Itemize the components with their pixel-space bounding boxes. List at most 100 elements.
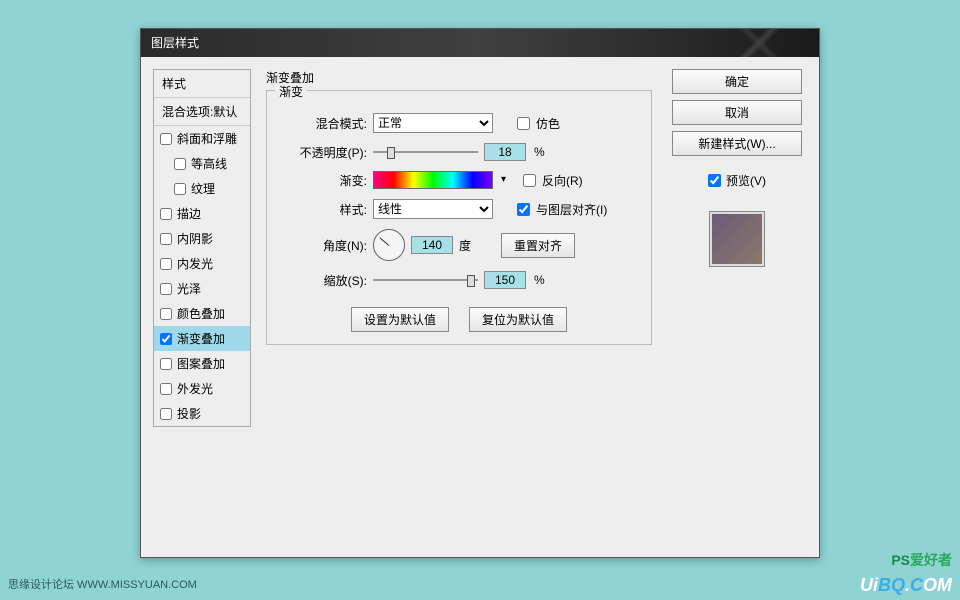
- right-column: 确定 取消 新建样式(W)... 预览(V): [667, 69, 807, 545]
- dither-label: 仿色: [536, 115, 560, 132]
- gradient-fieldset: 渐变 混合模式: 正常 仿色 不透明度(P):: [266, 90, 652, 345]
- align-label: 与图层对齐(I): [536, 201, 607, 218]
- sidebar-header-styles[interactable]: 样式: [154, 70, 250, 98]
- sidebar-item-satin[interactable]: 光泽: [154, 276, 250, 301]
- scale-input[interactable]: [484, 271, 526, 289]
- sidebar-item-pattern-overlay[interactable]: 图案叠加: [154, 351, 250, 376]
- stroke-label: 描边: [177, 205, 201, 222]
- texture-label: 纹理: [191, 180, 215, 197]
- ok-button[interactable]: 确定: [672, 69, 802, 94]
- align-checkbox[interactable]: [517, 203, 530, 216]
- scale-pct: %: [534, 273, 545, 287]
- reverse-checkbox[interactable]: [523, 174, 536, 187]
- badge-ps: PS: [891, 552, 910, 568]
- gradient-picker[interactable]: [373, 171, 493, 189]
- angle-dial[interactable]: [373, 229, 405, 261]
- preview-check-row: 预览(V): [708, 172, 766, 189]
- opacity-label: 不透明度(P):: [279, 144, 367, 161]
- pattern-overlay-label: 图案叠加: [177, 355, 225, 372]
- footer-logo: UiBQ.COM: [860, 575, 952, 596]
- layer-style-dialog: 图层样式 样式 混合选项:默认 斜面和浮雕 等高线 纹理 描边 内阴影 内发光 …: [140, 28, 820, 558]
- sidebar-item-inner-glow[interactable]: 内发光: [154, 251, 250, 276]
- opacity-row: 不透明度(P): %: [279, 143, 639, 161]
- blend-mode-select[interactable]: 正常: [373, 113, 493, 133]
- dialog-content: 样式 混合选项:默认 斜面和浮雕 等高线 纹理 描边 内阴影 内发光 光泽 颜色…: [141, 57, 819, 557]
- styles-sidebar: 样式 混合选项:默认 斜面和浮雕 等高线 纹理 描边 内阴影 内发光 光泽 颜色…: [153, 69, 251, 427]
- gradient-label: 渐变:: [279, 172, 367, 189]
- contour-checkbox[interactable]: [174, 158, 186, 170]
- inner-shadow-label: 内阴影: [177, 230, 213, 247]
- cancel-button[interactable]: 取消: [672, 100, 802, 125]
- bevel-label: 斜面和浮雕: [177, 130, 237, 147]
- angle-label: 角度(N):: [279, 237, 367, 254]
- sidebar-header-blend[interactable]: 混合选项:默认: [154, 98, 250, 126]
- scale-slider-thumb[interactable]: [467, 275, 475, 287]
- footer-credit: 思缘设计论坛 WWW.MISSYUAN.COM: [8, 576, 197, 592]
- bevel-checkbox[interactable]: [160, 133, 172, 145]
- reverse-label: 反向(R): [542, 172, 583, 189]
- logo-om: OM: [923, 575, 952, 595]
- style-select[interactable]: 线性: [373, 199, 493, 219]
- sidebar-item-contour[interactable]: 等高线: [154, 151, 250, 176]
- drop-shadow-checkbox[interactable]: [160, 408, 172, 420]
- pattern-overlay-checkbox[interactable]: [160, 358, 172, 370]
- angle-row: 角度(N): 度 重置对齐: [279, 229, 639, 261]
- make-default-button[interactable]: 设置为默认值: [351, 307, 449, 332]
- inner-glow-label: 内发光: [177, 255, 213, 272]
- sidebar-item-texture[interactable]: 纹理: [154, 176, 250, 201]
- group-title: 渐变叠加: [266, 69, 652, 86]
- dither-checkbox[interactable]: [517, 117, 530, 130]
- blend-mode-row: 混合模式: 正常 仿色: [279, 113, 639, 133]
- inner-glow-checkbox[interactable]: [160, 258, 172, 270]
- gradient-overlay-label: 渐变叠加: [177, 330, 225, 347]
- sidebar-item-inner-shadow[interactable]: 内阴影: [154, 226, 250, 251]
- style-row: 样式: 线性 与图层对齐(I): [279, 199, 639, 219]
- footer-badge: PS爱好者: [891, 550, 952, 570]
- color-overlay-checkbox[interactable]: [160, 308, 172, 320]
- opacity-pct: %: [534, 145, 545, 159]
- scale-slider[interactable]: [373, 273, 478, 287]
- stroke-checkbox[interactable]: [160, 208, 172, 220]
- preview-label: 预览(V): [726, 172, 766, 189]
- outer-glow-checkbox[interactable]: [160, 383, 172, 395]
- logo-c: C: [910, 575, 923, 595]
- inner-shadow-checkbox[interactable]: [160, 233, 172, 245]
- logo-bq: BQ: [878, 575, 905, 595]
- preview-checkbox[interactable]: [708, 174, 721, 187]
- logo-ui: Ui: [860, 575, 878, 595]
- dialog-title: 图层样式: [151, 36, 199, 50]
- angle-input[interactable]: [411, 236, 453, 254]
- contour-label: 等高线: [191, 155, 227, 172]
- sidebar-item-bevel[interactable]: 斜面和浮雕: [154, 126, 250, 151]
- new-style-button[interactable]: 新建样式(W)...: [672, 131, 802, 156]
- sidebar-item-drop-shadow[interactable]: 投影: [154, 401, 250, 426]
- scale-row: 缩放(S): %: [279, 271, 639, 289]
- default-buttons-row: 设置为默认值 复位为默认值: [279, 307, 639, 332]
- fieldset-legend: 渐变: [275, 83, 307, 100]
- gradient-overlay-checkbox[interactable]: [160, 333, 172, 345]
- reset-align-button[interactable]: 重置对齐: [501, 233, 575, 258]
- scale-label: 缩放(S):: [279, 272, 367, 289]
- outer-glow-label: 外发光: [177, 380, 213, 397]
- opacity-slider[interactable]: [373, 145, 478, 159]
- titlebar[interactable]: 图层样式: [141, 29, 819, 57]
- sidebar-item-outer-glow[interactable]: 外发光: [154, 376, 250, 401]
- texture-checkbox[interactable]: [174, 183, 186, 195]
- sidebar-item-gradient-overlay[interactable]: 渐变叠加: [154, 326, 250, 351]
- sidebar-item-color-overlay[interactable]: 颜色叠加: [154, 301, 250, 326]
- blend-mode-label: 混合模式:: [279, 115, 367, 132]
- opacity-input[interactable]: [484, 143, 526, 161]
- color-overlay-label: 颜色叠加: [177, 305, 225, 322]
- style-label: 样式:: [279, 201, 367, 218]
- preview-swatch: [709, 211, 765, 267]
- badge-txt: 爱好者: [910, 552, 952, 568]
- satin-checkbox[interactable]: [160, 283, 172, 295]
- main-panel: 渐变叠加 渐变 混合模式: 正常 仿色 不透明度(P):: [261, 69, 657, 545]
- opacity-slider-thumb[interactable]: [387, 147, 395, 159]
- angle-unit: 度: [459, 237, 471, 254]
- reset-default-button[interactable]: 复位为默认值: [469, 307, 567, 332]
- satin-label: 光泽: [177, 280, 201, 297]
- drop-shadow-label: 投影: [177, 405, 201, 422]
- gradient-row: 渐变: 反向(R): [279, 171, 639, 189]
- sidebar-item-stroke[interactable]: 描边: [154, 201, 250, 226]
